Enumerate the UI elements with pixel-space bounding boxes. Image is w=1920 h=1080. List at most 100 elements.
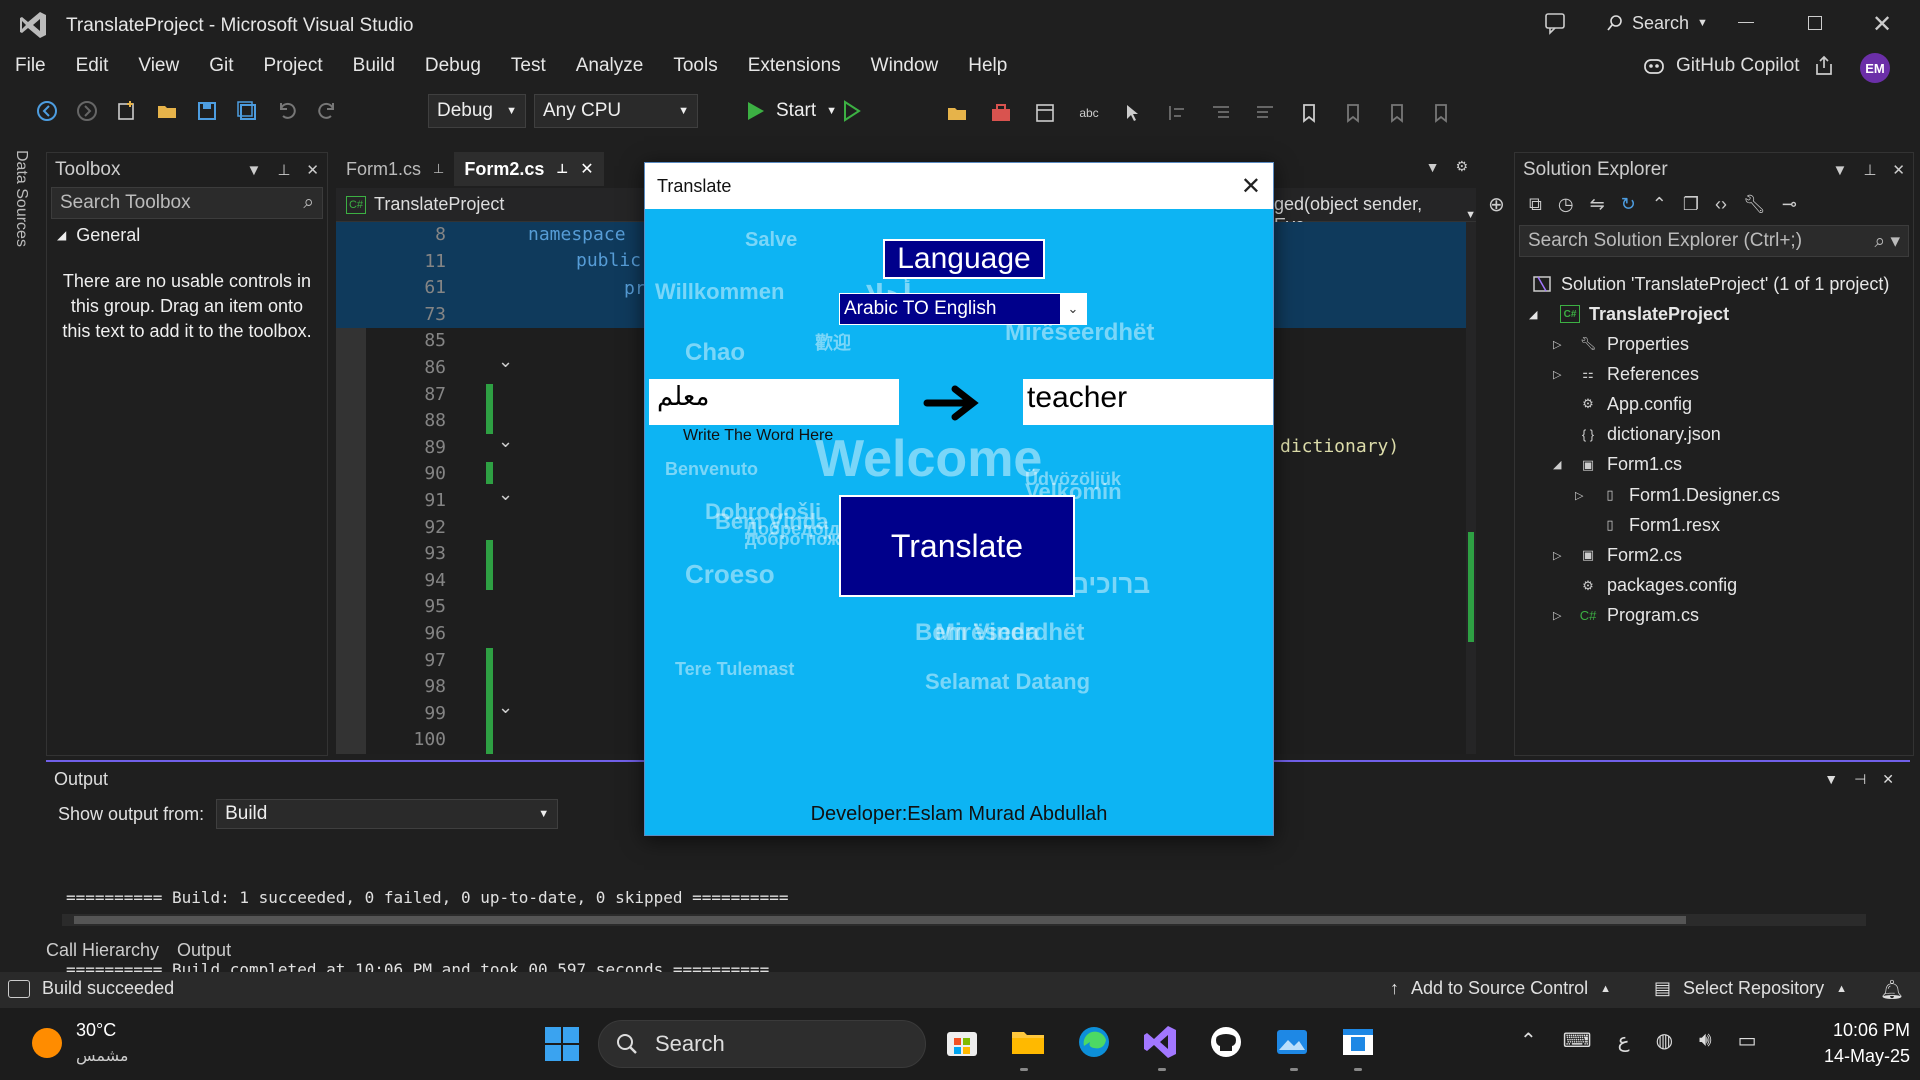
input-language[interactable]: ع (1618, 1028, 1630, 1053)
solution-item[interactable]: ◢ ▣ Form1.cs (1553, 450, 1682, 480)
search-button[interactable]: Search ▼ (1606, 8, 1708, 38)
bookmark-next-icon[interactable] (1380, 96, 1414, 130)
folder-icon[interactable] (940, 96, 974, 130)
chevron-down-icon[interactable]: ▼ (1832, 162, 1847, 179)
photos-icon[interactable] (1274, 1024, 1310, 1060)
solution-search[interactable]: Search Solution Explorer (Ctrl+;) ⌕ ▾ (1519, 225, 1909, 257)
wrench-icon[interactable]: 🔧︎ (1743, 194, 1766, 215)
gear-icon[interactable]: ⚙ (1455, 158, 1468, 175)
chevron-down-icon[interactable]: ▼ (1426, 159, 1440, 175)
open-folder-icon[interactable] (150, 94, 184, 128)
solution-item[interactable]: ▷ ▯ Form1.Designer.cs (1575, 480, 1780, 510)
data-sources-tab[interactable]: Data Sources (12, 150, 30, 247)
navigate-back-icon[interactable] (30, 94, 64, 128)
user-avatar[interactable]: EM (1860, 53, 1890, 83)
dialog-close-icon[interactable]: ✕ (1241, 172, 1261, 201)
edge-browser-icon[interactable] (1076, 1024, 1112, 1060)
pending-changes-icon[interactable]: ◷ (1558, 194, 1574, 215)
minimize-button[interactable] (1738, 22, 1754, 23)
expand-triangle-icon[interactable]: ▷ (1575, 489, 1599, 502)
solution-item[interactable]: ⚙ packages.config (1553, 571, 1737, 601)
pin-icon[interactable]: ⊥ (277, 161, 290, 179)
taskbar-search[interactable]: Search (598, 1020, 926, 1068)
notifications-bell-icon[interactable]: 🔔︎ (1880, 978, 1904, 1002)
fold-chevron-icon[interactable]: ⌄ (498, 484, 513, 505)
start-without-debugging-icon[interactable] (842, 100, 862, 122)
translate-button[interactable]: Translate (839, 495, 1075, 597)
sync-icon[interactable]: ⇋ (1590, 194, 1605, 215)
outdent-icon[interactable] (1248, 96, 1282, 130)
expand-triangle-icon[interactable]: ▷ (1553, 338, 1577, 351)
volume-icon[interactable]: 🔊︎ (1699, 1029, 1712, 1052)
chevron-down-icon[interactable]: ▼ (1824, 771, 1838, 787)
code-icon[interactable]: ‹› (1715, 194, 1727, 215)
menu-item-window[interactable]: Window (856, 55, 954, 77)
output-source-select[interactable]: Build ▼ (216, 799, 559, 829)
solution-item[interactable]: ▯ Form1.resx (1575, 510, 1720, 540)
close-window-button[interactable]: ✕ (1872, 10, 1892, 39)
fold-chevron-icon[interactable]: ⌄ (498, 351, 513, 372)
solution-item[interactable]: ▷ C# Program.cs (1553, 601, 1699, 631)
weather-sun-icon[interactable] (32, 1028, 62, 1058)
add-source-control-button[interactable]: ↑ Add to Source Control ▲ (1390, 978, 1611, 999)
network-icon[interactable]: ◍ (1656, 1028, 1673, 1053)
windows-start-icon[interactable] (544, 1026, 580, 1062)
bookmark-prev-icon[interactable] (1336, 96, 1370, 130)
fold-chevron-icon[interactable]: ⌄ (498, 697, 513, 718)
menu-item-file[interactable]: File (0, 55, 61, 77)
save-icon[interactable] (190, 94, 224, 128)
clock-time[interactable]: 10:06 PM (1790, 1020, 1910, 1041)
solution-item[interactable]: ▷ ▣ Form2.cs (1553, 540, 1682, 570)
expand-triangle-icon[interactable]: ▷ (1553, 609, 1577, 622)
redo-icon[interactable] (310, 94, 344, 128)
start-button[interactable]: Start ▼ (746, 94, 837, 128)
bookmark-icon[interactable] (1292, 96, 1326, 130)
preview-icon[interactable]: ⊸ (1782, 194, 1797, 215)
close-icon[interactable]: ✕ (1892, 161, 1905, 179)
menu-item-help[interactable]: Help (953, 55, 1022, 77)
select-repository-button[interactable]: ▤ Select Repository ▲ (1654, 978, 1847, 999)
language-select[interactable]: Arabic TO English ⌄ (839, 293, 1087, 325)
solution-item[interactable]: ▷ 🔧︎ Properties (1553, 329, 1689, 359)
solution-item[interactable]: { } dictionary.json (1553, 420, 1721, 450)
menu-item-tools[interactable]: Tools (658, 55, 732, 77)
show-all-files-icon[interactable]: ❐ (1683, 194, 1699, 215)
app-window-icon[interactable] (1340, 1024, 1376, 1060)
close-icon[interactable]: ✕ (306, 161, 319, 179)
clock-date[interactable]: 14-May-25 (1790, 1046, 1910, 1067)
output-hscrollbar[interactable] (62, 914, 1866, 926)
collapse-all-icon[interactable]: ⌃ (1652, 194, 1667, 215)
save-all-icon[interactable] (230, 94, 264, 128)
weather-temp[interactable]: 30°C (76, 1020, 116, 1041)
spell-check-icon[interactable]: abc (1072, 96, 1106, 130)
pointer-icon[interactable] (1116, 96, 1150, 130)
tab-form2-cs[interactable]: Form2.cs ⊥ ✕ (454, 152, 604, 186)
toolbox-search[interactable]: Search Toolbox ⌕ (51, 187, 323, 219)
menu-item-git[interactable]: Git (194, 55, 248, 77)
scrollbar-thumb[interactable] (74, 916, 1686, 924)
tab-call-hierarchy[interactable]: Call Hierarchy (46, 940, 159, 961)
fold-chevron-icon[interactable]: ⌄ (498, 431, 513, 452)
indent-icon[interactable] (1204, 96, 1238, 130)
menu-item-debug[interactable]: Debug (410, 55, 496, 77)
configuration-select[interactable]: Debug ▼ (428, 94, 526, 128)
solution-item[interactable]: ⚙ App.config (1553, 389, 1692, 419)
expand-triangle-icon[interactable]: ▷ (1553, 549, 1577, 562)
properties-window-icon[interactable] (1028, 96, 1062, 130)
expand-triangle-icon[interactable]: ▷ (1553, 368, 1577, 381)
solution-node[interactable]: Solution 'TranslateProject' (1 of 1 proj… (1531, 269, 1889, 299)
bookmark-clear-icon[interactable] (1424, 96, 1458, 130)
menu-item-build[interactable]: Build (338, 55, 410, 77)
split-icon[interactable]: ⊕ (1488, 192, 1505, 217)
expanded-triangle-icon[interactable]: ◢ (1553, 458, 1577, 471)
menu-item-view[interactable]: View (123, 55, 194, 77)
copilot-button[interactable]: GitHub Copilot (1642, 50, 1800, 82)
pin-icon[interactable]: ⊥ (433, 161, 444, 177)
close-icon[interactable]: ✕ (1882, 771, 1894, 788)
editor-scrollbar[interactable] (1466, 222, 1476, 754)
menu-item-project[interactable]: Project (249, 55, 338, 77)
pin-icon[interactable]: ⊥ (1863, 161, 1876, 179)
refresh-icon[interactable]: ↻ (1621, 194, 1636, 215)
pin-icon[interactable]: ⊣ (1854, 771, 1866, 788)
visual-studio-taskbar-icon[interactable] (1142, 1024, 1178, 1060)
